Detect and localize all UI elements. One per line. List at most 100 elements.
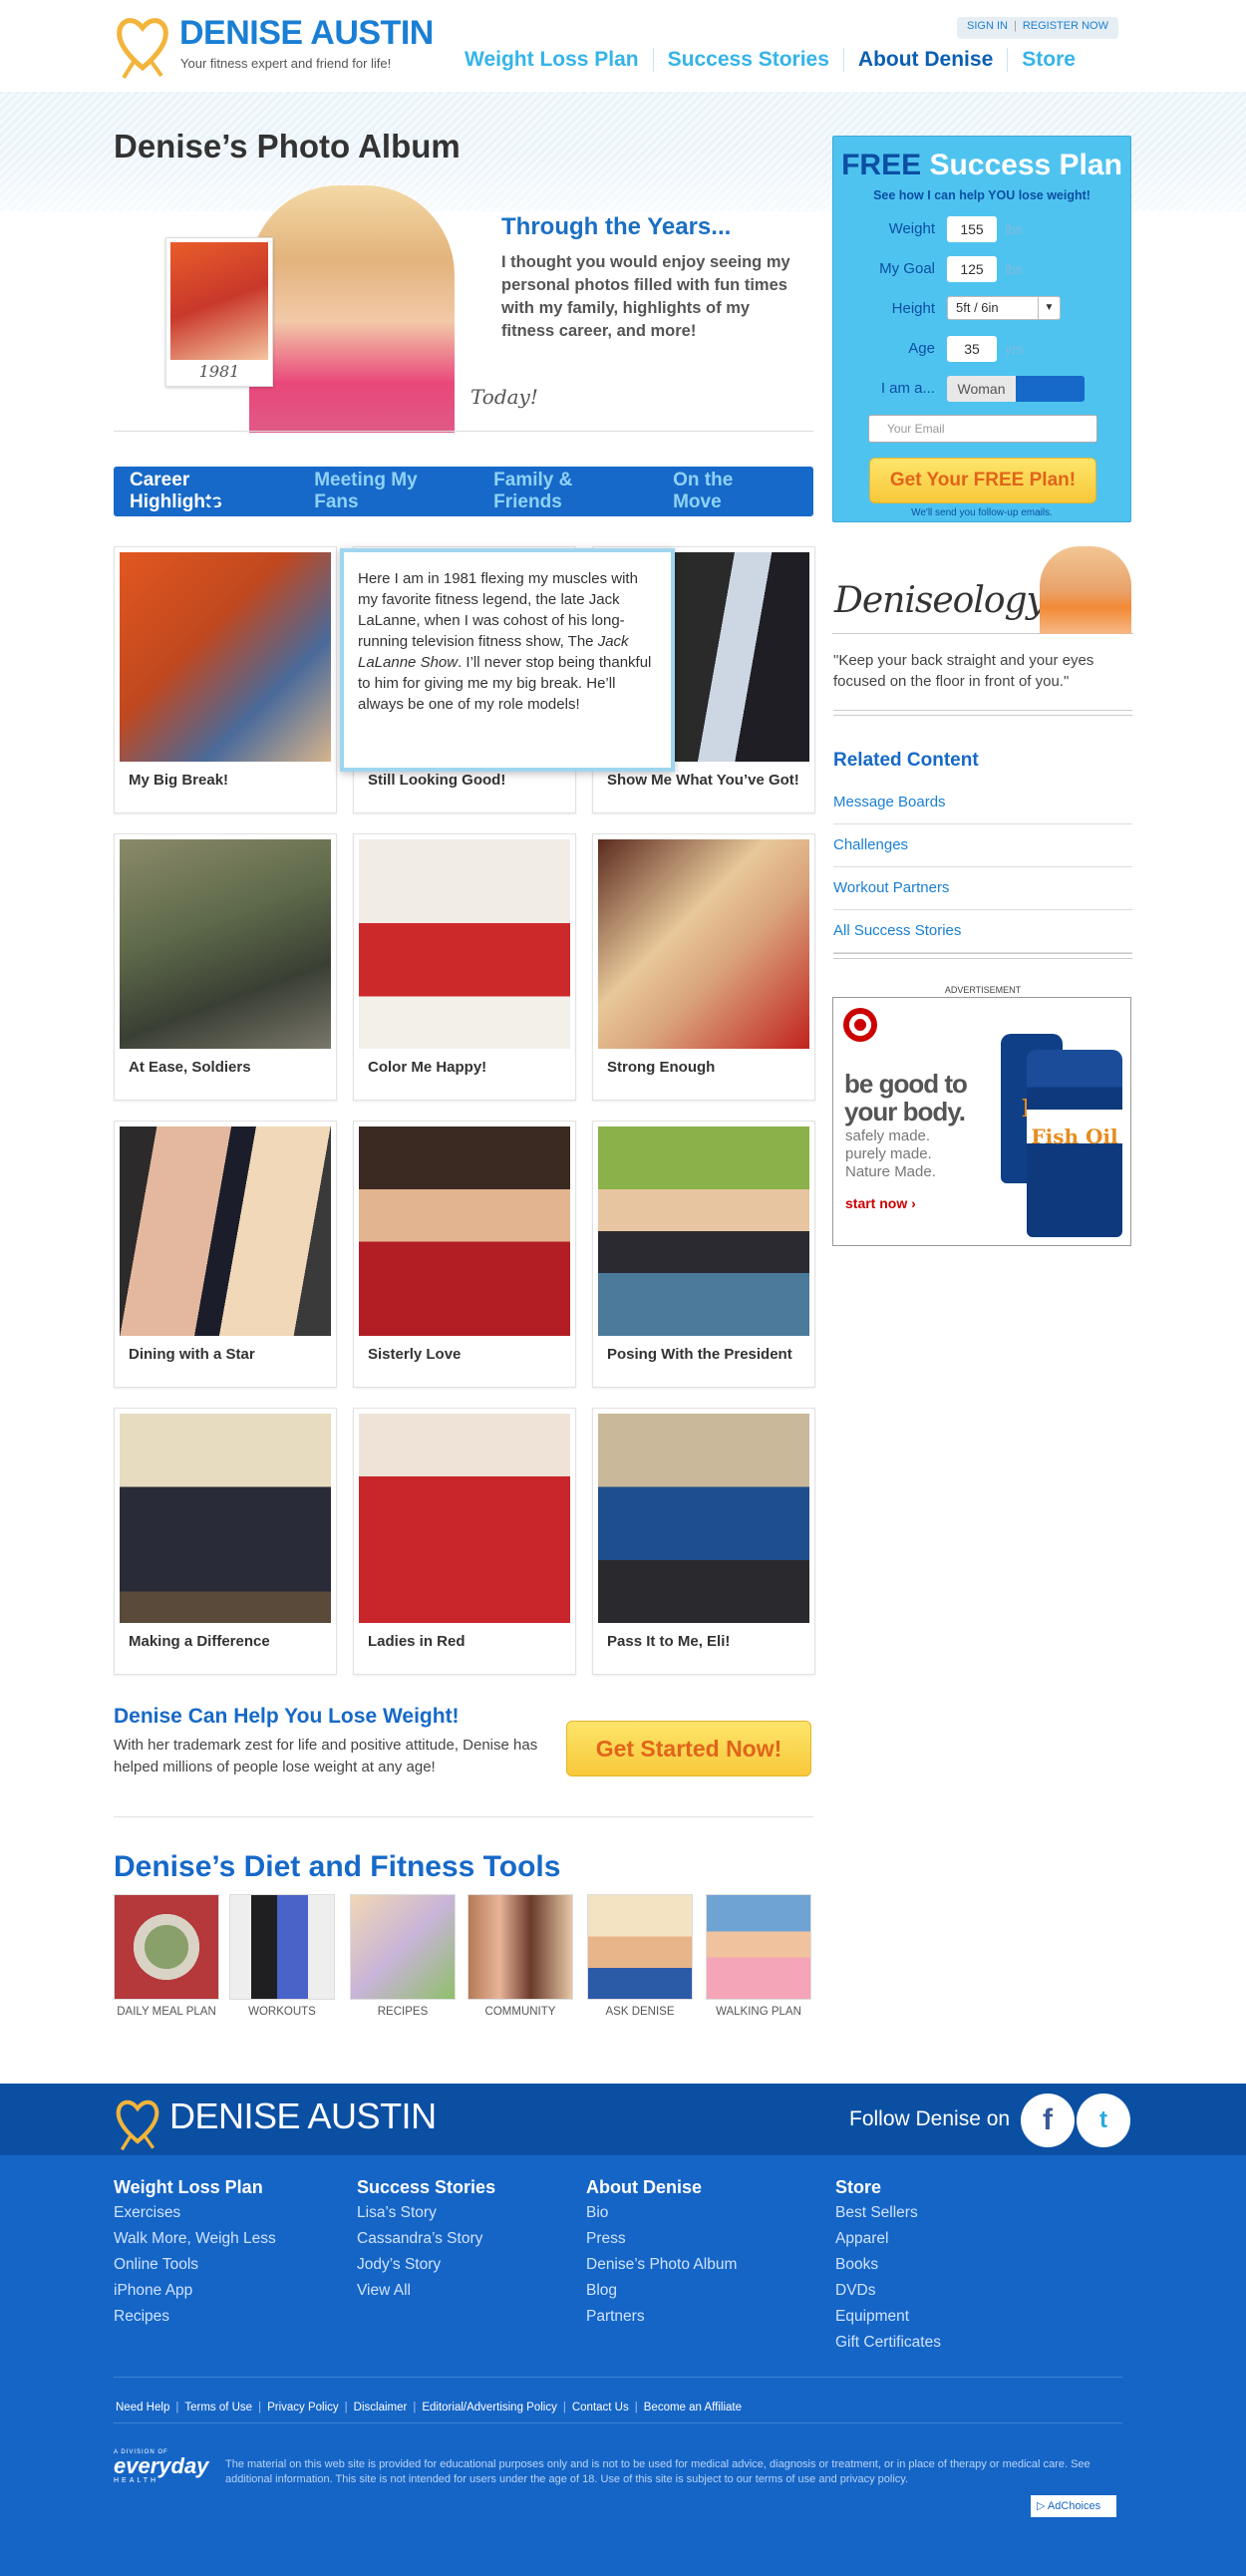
footer-link[interactable]: Exercises [114,2200,276,2226]
facebook-icon[interactable]: f [1021,2093,1075,2147]
photo-card[interactable]: At Ease, Soldiers [114,833,337,1101]
twitter-icon[interactable]: t [1077,2093,1130,2147]
photo-card[interactable]: Color Me Happy! [353,833,576,1101]
divider [114,1816,813,1817]
footer-link[interactable]: View All [357,2278,495,2304]
footer-link[interactable]: Online Tools [114,2252,276,2278]
tool-ask-denise[interactable]: ASK DENISE [587,1894,693,2018]
footer-heading[interactable]: Store [835,2177,941,2198]
photo-thumbnail[interactable] [598,1127,809,1336]
footer-link[interactable]: Press [586,2226,737,2252]
photo-caption: Color Me Happy! [368,1059,487,1076]
footer-heading[interactable]: About Denise [586,2177,737,2198]
photo-card[interactable]: Dining with a Star [114,1121,337,1388]
tool-recipes[interactable]: RECIPES [350,1894,456,2018]
tool-label: COMMUNITY [484,2006,556,2018]
photo-thumbnail[interactable] [120,1414,331,1623]
advertisement[interactable]: be good to your body. safely made. purely … [832,997,1131,1246]
photo-caption: At Ease, Soldiers [129,1059,251,1076]
related-link-message-boards[interactable]: Message Boards [833,782,1132,824]
age-row: Age 35 yrs [833,336,1130,362]
photo-thumbnail[interactable] [359,1414,570,1623]
footer-link[interactable]: iPhone App [114,2278,276,2304]
adchoices-link[interactable]: ▷ AdChoices [1031,2495,1116,2517]
heart-logo-icon[interactable] [114,2093,161,2151]
photo-thumbnail[interactable] [120,1127,331,1336]
footer-link[interactable]: Cassandra’s Story [357,2226,495,2252]
photo-thumbnail[interactable] [120,839,331,1049]
ad-start-now-link[interactable]: start now › [845,1195,916,1211]
footer-link[interactable]: Denise’s Photo Album [586,2252,737,2278]
footer-link[interactable]: Gift Certificates [835,2330,941,2356]
footer-link-contact[interactable]: Contact Us [572,2402,629,2414]
nav-store[interactable]: Store [1007,48,1090,72]
email-field[interactable]: Your Email [868,415,1097,443]
sign-in-link[interactable]: SIGN IN [967,20,1008,32]
footer-link[interactable]: Walk More, Weigh Less [114,2226,276,2252]
footer-link[interactable]: Books [835,2252,941,2278]
tab-meeting-my-fans[interactable]: Meeting My Fans [314,470,467,513]
plan-subtitle: See how I can help YOU lose weight! [873,188,1090,202]
tool-workouts[interactable]: WORKOUTS [229,1894,335,2018]
photo-card[interactable]: Ladies in Red [353,1408,576,1675]
brand-name[interactable]: DENISE AUSTIN [179,14,434,53]
everyday-health-logo[interactable]: A DIVISION OF everyday HEALTH [114,2449,213,2489]
related-link-all-success-stories[interactable]: All Success Stories [833,910,1132,953]
tab-on-the-move[interactable]: On the Move [673,470,786,513]
footer-heading[interactable]: Weight Loss Plan [114,2177,276,2198]
get-free-plan-button[interactable]: Get Your FREE Plan! [869,458,1096,503]
photo-thumbnail[interactable] [120,552,331,762]
photo-card[interactable]: Making a Difference [114,1408,337,1675]
gender-man-option[interactable]: Man [1016,376,1085,402]
footer-link[interactable]: Apparel [835,2226,941,2252]
footer-link[interactable]: Bio [586,2200,737,2226]
photo-card[interactable]: Sisterly Love [353,1121,576,1388]
height-row: Height 5ft / 6in ▼ [833,296,1130,322]
tool-walking-plan[interactable]: WALKING PLAN [706,1894,811,2018]
footer-link-affiliate[interactable]: Become an Affiliate [644,2402,742,2414]
height-select[interactable]: 5ft / 6in ▼ [947,296,1061,320]
footer-link[interactable]: DVDs [835,2278,941,2304]
goal-input[interactable]: 125 [947,256,997,282]
footer-link[interactable]: Blog [586,2278,737,2304]
footer-link-need-help[interactable]: Need Help [116,2402,169,2414]
footer-link[interactable]: Jody’s Story [357,2252,495,2278]
heart-logo-icon[interactable] [114,10,171,80]
photo-card[interactable]: Strong Enough [592,833,815,1101]
footer-link[interactable]: Recipes [114,2304,276,2330]
footer-link-terms[interactable]: Terms of Use [184,2402,252,2414]
get-started-button[interactable]: Get Started Now! [566,1721,811,1776]
photo-thumbnail[interactable] [359,1127,570,1336]
photo-card[interactable]: Pass It to Me, Eli! [592,1408,815,1675]
footer-disclaimer: The material on this web site is provide… [225,2458,1090,2485]
nav-success-stories[interactable]: Success Stories [652,48,843,72]
gender-woman-option[interactable]: Woman [947,376,1016,402]
footer-link[interactable]: Partners [586,2304,737,2330]
footer-link[interactable]: Lisa’s Story [357,2200,495,2226]
footer-link-privacy[interactable]: Privacy Policy [267,2402,339,2414]
register-link[interactable]: REGISTER NOW [1023,20,1108,32]
tab-career-highlights[interactable]: Career Highlights [130,470,287,513]
footer-link[interactable]: Equipment [835,2304,941,2330]
tool-daily-meal-plan[interactable]: DAILY MEAL PLAN [114,1894,219,2018]
footer-heading[interactable]: Success Stories [357,2177,495,2198]
tool-community[interactable]: COMMUNITY [467,1894,573,2018]
photo-thumbnail[interactable] [359,839,570,1049]
photo-thumbnail[interactable] [598,839,809,1049]
age-input[interactable]: 35 [947,336,997,362]
footer-brand-name[interactable]: DENISE AUSTIN [169,2095,437,2137]
footer-link[interactable]: Best Sellers [835,2200,941,2226]
footer-link-editorial[interactable]: Editorial/Advertising Policy [422,2402,557,2414]
tab-family-friends[interactable]: Family & Friends [493,470,646,513]
photo-thumbnail[interactable] [598,1414,809,1623]
related-link-workout-partners[interactable]: Workout Partners [833,867,1132,910]
nav-about-denise[interactable]: About Denise [842,48,1007,72]
footer-link-disclaimer[interactable]: Disclaimer [354,2402,408,2414]
nav-weight-loss-plan[interactable]: Weight Loss Plan [465,48,653,72]
photo-card[interactable]: Posing With the President [592,1121,815,1388]
related-link-challenges[interactable]: Challenges [833,824,1132,867]
weight-input[interactable]: 155 [947,216,997,242]
photo-card[interactable]: My Big Break! [114,546,337,813]
page-title: Denise’s Photo Album [114,128,461,164]
photo-caption-1981: 1981 [198,362,240,381]
